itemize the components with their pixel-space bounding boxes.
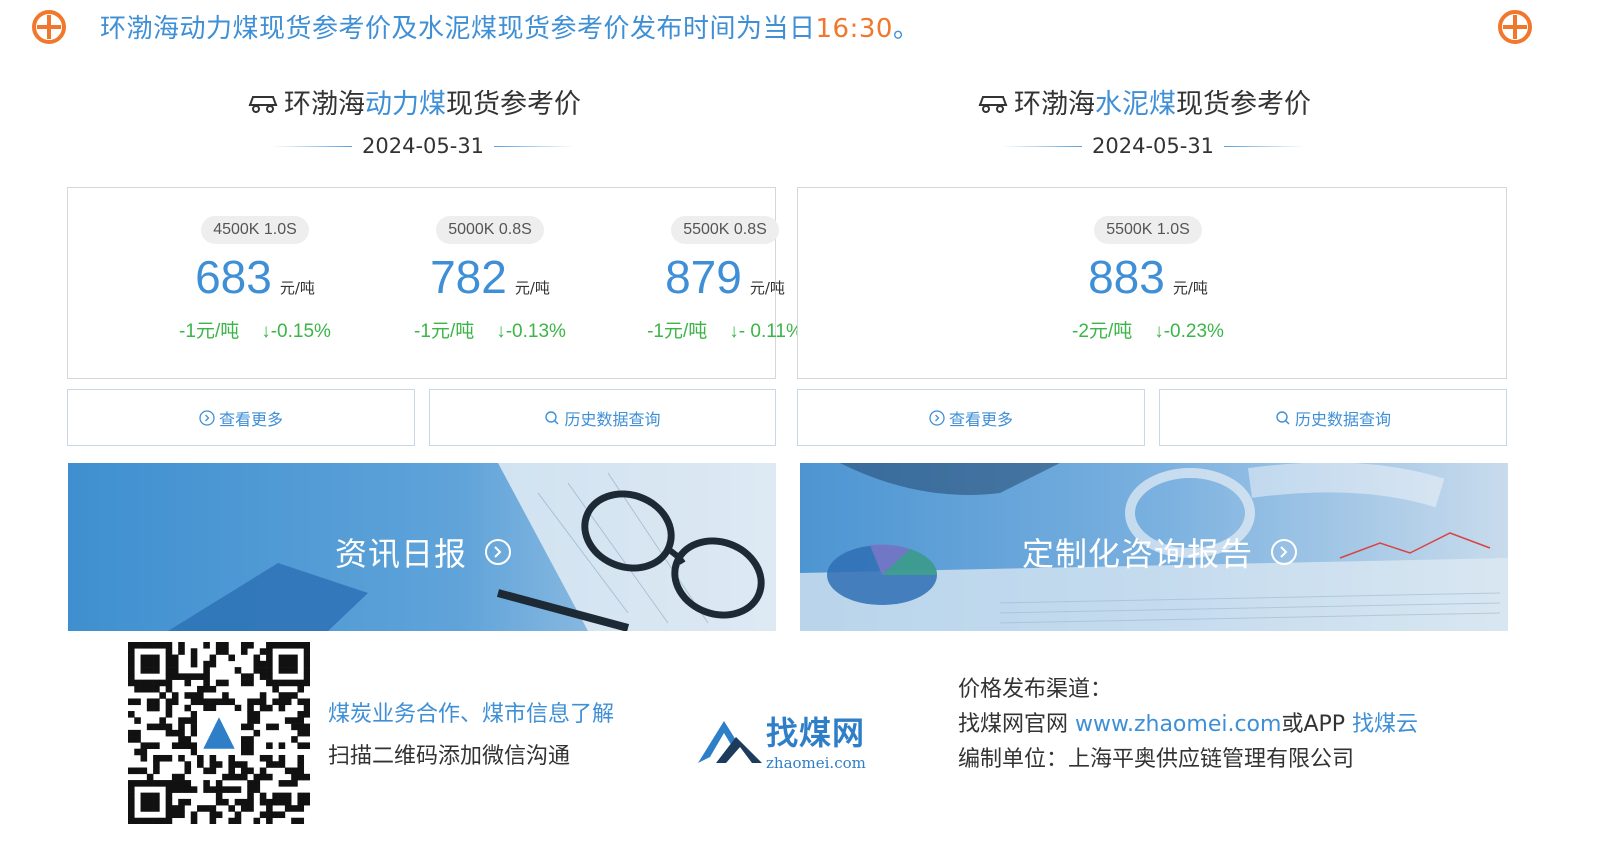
price-unit: 元/吨 [1172, 279, 1208, 297]
channel-app-link[interactable]: 找煤云 [1352, 712, 1418, 737]
title-suffix: 现货参考价 [1176, 89, 1311, 120]
zhaomei-logo: 找煤网 zhaomei.com [696, 708, 866, 772]
price-change-pct: ↓-0.23% [1154, 321, 1224, 342]
circle-chevron-right-icon [199, 409, 215, 426]
cement-coal-title: 环渤海 水泥煤 现货参考价 [978, 82, 1311, 121]
daily-news-banner[interactable]: 资讯日报 [68, 463, 776, 631]
price-unit: 元/吨 [279, 279, 315, 297]
circle-chevron-right-icon [929, 409, 945, 426]
circle-arrow-icon [1271, 539, 1298, 565]
title-highlight: 水泥煤 [1095, 89, 1176, 120]
price-item-4500k: 4500K 1.0S 683 元/吨 -1元/吨 ↓-0.15% [155, 216, 355, 343]
cement-coal-date: 2024-05-31 [1002, 134, 1305, 158]
thermal-more-button[interactable]: 查看更多 [67, 389, 415, 446]
date-text: 2024-05-31 [1092, 134, 1215, 158]
channel-app-prefix: 或APP [1281, 712, 1353, 737]
publish-channels: 价格发布渠道： 找煤网官网 www.zhaomei.com或APP 找煤云 编制… [958, 672, 1418, 777]
title-prefix: 环渤海 [1014, 89, 1095, 120]
price-change: -2元/吨 [1072, 321, 1133, 342]
price-value: 683 [195, 251, 272, 303]
price-item-5000k: 5000K 0.8S 782 元/吨 -1元/吨 ↓-0.13% [390, 216, 590, 343]
thermal-coal-price-box: 4500K 1.0S 683 元/吨 -1元/吨 ↓-0.15% 5000K 0.8… [67, 187, 803, 379]
coal-cart-icon [248, 95, 278, 113]
custom-report-label: 定制化咨询报告 [1022, 529, 1298, 575]
circle-arrow-icon [485, 539, 512, 565]
cement-more-button[interactable]: 查看更多 [797, 389, 1145, 446]
spec-pill: 5500K 1.0S [1094, 216, 1202, 244]
publish-time-notice: 环渤海动力煤现货参考价及水泥煤现货参考价发布时间为当日16:30。 [100, 8, 919, 45]
mountain-logo-icon [698, 721, 762, 763]
spec-pill: 4500K 1.0S [201, 216, 309, 244]
price-value: 883 [1088, 251, 1165, 303]
channel-line: 找煤网官网 www.zhaomei.com或APP 找煤云 [958, 707, 1418, 742]
date-text: 2024-05-31 [362, 134, 485, 158]
title-suffix: 现货参考价 [446, 89, 581, 120]
button-label: 查看更多 [948, 409, 1013, 429]
price-change-pct: ↓-0.15% [261, 321, 331, 342]
notice-suffix: 。 [892, 14, 920, 44]
price-item-5500k: 5500K 0.8S 879 元/吨 -1元/吨 ↓- 0.11% [625, 216, 825, 343]
expand-plus-icon-right[interactable] [1498, 10, 1532, 44]
notice-time: 16:30 [815, 14, 893, 44]
thermal-history-button[interactable]: 历史数据查询 [429, 389, 776, 446]
contact-line-2: 扫描二维码添加微信沟通 [328, 744, 571, 769]
price-change: -1元/吨 [414, 321, 475, 342]
channel-site-link[interactable]: www.zhaomei.com [1075, 712, 1281, 737]
spec-pill: 5500K 0.8S [671, 216, 779, 244]
channel-site-prefix: 找煤网官网 [958, 712, 1075, 737]
banner-text: 定制化咨询报告 [1022, 535, 1254, 573]
thermal-coal-title: 环渤海 动力煤 现货参考价 [248, 82, 581, 121]
logo-text-cn: 找煤网 [766, 714, 866, 752]
button-label: 历史数据查询 [564, 409, 661, 429]
title-prefix: 环渤海 [284, 89, 365, 120]
coal-cart-icon [978, 95, 1008, 113]
price-change: -1元/吨 [647, 321, 708, 342]
search-icon [545, 410, 560, 425]
price-change-pct: ↓-0.13% [496, 321, 566, 342]
price-change-pct: ↓- 0.11% [729, 321, 803, 342]
thermal-coal-date: 2024-05-31 [272, 134, 575, 158]
daily-news-label: 资讯日报 [335, 529, 512, 575]
cement-coal-price-box: 5500K 1.0S 883 元/吨 -2元/吨 ↓-0.23% [797, 187, 1507, 379]
price-item-5500k-cement: 5500K 1.0S 883 元/吨 -2元/吨 ↓-0.23% [1048, 216, 1248, 343]
contact-line-1: 煤炭业务合作、煤市信息了解 [328, 702, 615, 727]
logo-text-en: zhaomei.com [766, 754, 866, 772]
cement-history-button[interactable]: 历史数据查询 [1159, 389, 1507, 446]
price-value: 879 [665, 251, 742, 303]
price-value: 782 [430, 251, 507, 303]
price-change: -1元/吨 [179, 321, 240, 342]
wechat-qr-code [128, 642, 310, 824]
channel-title: 价格发布渠道： [958, 677, 1113, 702]
custom-report-banner[interactable]: 定制化咨询报告 [800, 463, 1508, 631]
banner-text: 资讯日报 [335, 535, 468, 573]
notice-text: 环渤海动力煤现货参考价及水泥煤现货参考价发布时间为当日 [100, 14, 816, 44]
button-label: 历史数据查询 [1294, 409, 1391, 429]
price-unit: 元/吨 [749, 279, 785, 297]
contact-info: 煤炭业务合作、煤市信息了解 扫描二维码添加微信沟通 [328, 696, 614, 770]
compiler-line: 编制单位：上海平奥供应链管理有限公司 [958, 747, 1355, 772]
spec-pill: 5000K 0.8S [436, 216, 544, 244]
title-highlight: 动力煤 [365, 89, 446, 120]
price-unit: 元/吨 [514, 279, 550, 297]
search-icon [1276, 410, 1290, 425]
button-label: 查看更多 [218, 409, 283, 429]
expand-plus-icon[interactable] [32, 10, 66, 44]
